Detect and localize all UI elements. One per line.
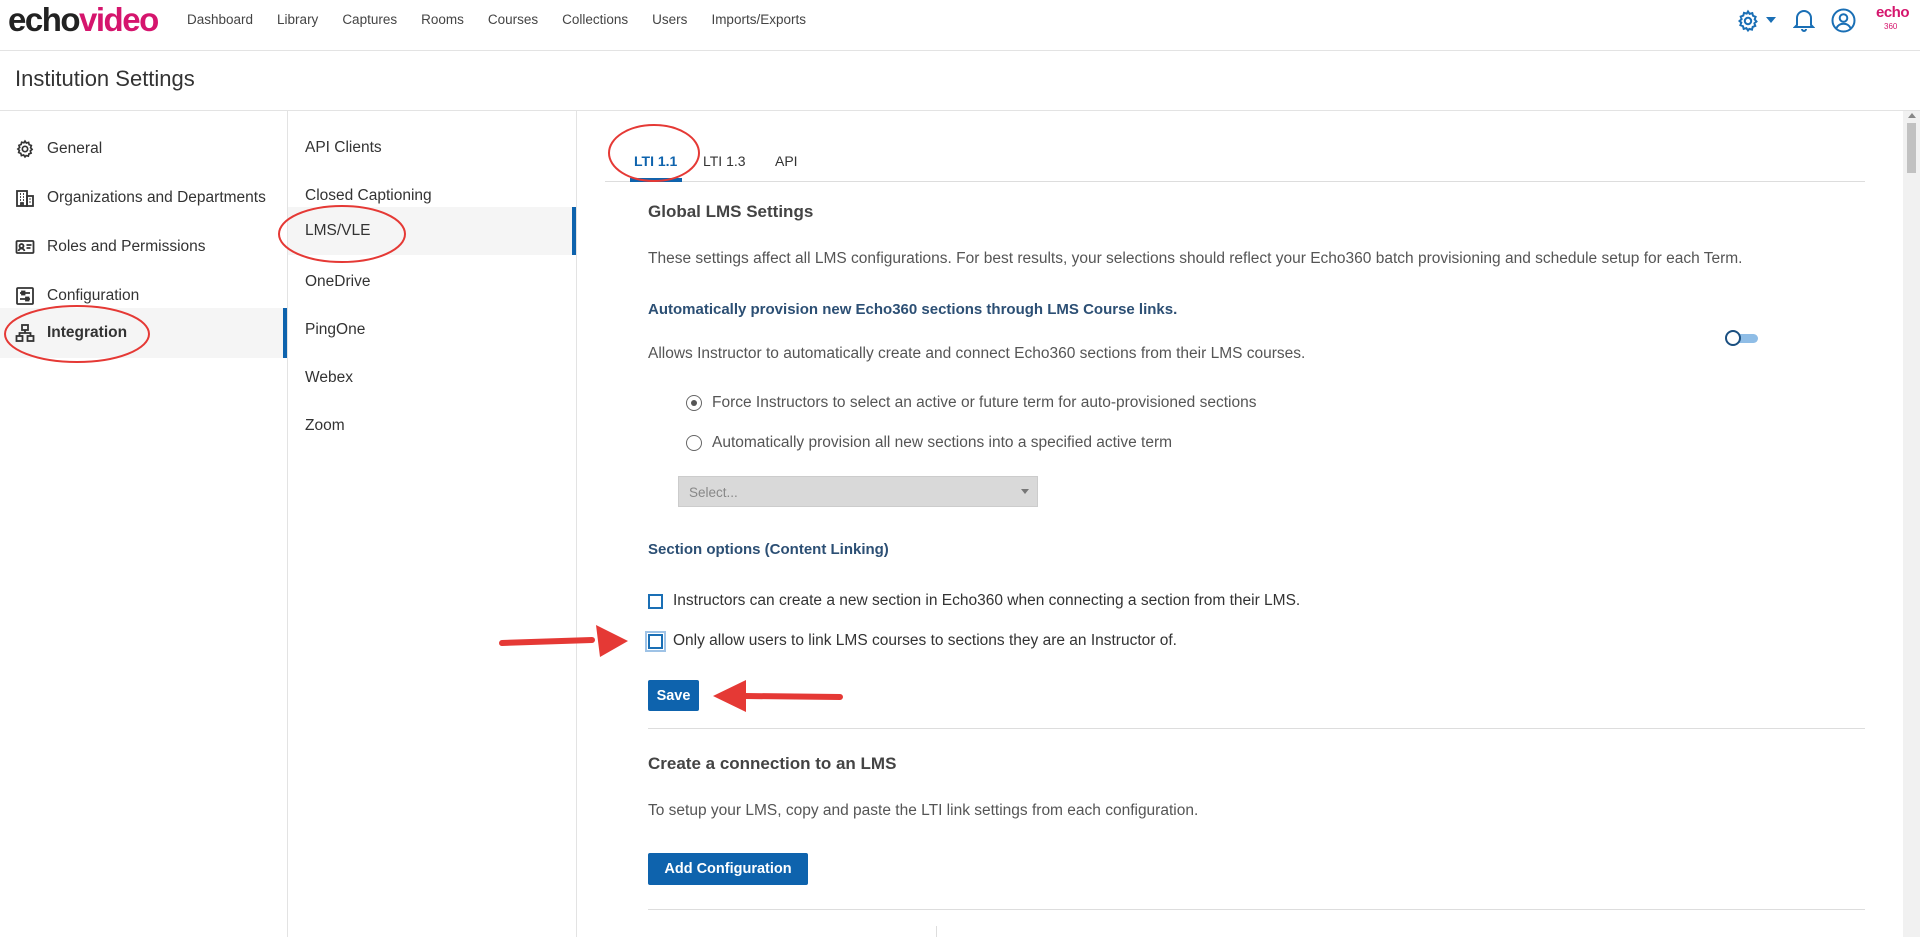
subnav-lms-vle[interactable]: LMS/VLE [288,207,576,255]
checkbox-label: Only allow users to link LMS courses to … [673,632,1177,649]
nav-library[interactable]: Library [277,12,318,28]
radio-specified-term[interactable]: Automatically provision all new sections… [686,434,1172,452]
network-icon [15,324,35,342]
term-select[interactable]: Select... [678,476,1038,507]
checkbox-create-section[interactable]: Instructors can create a new section in … [648,592,1300,610]
divider [648,909,1865,910]
auto-provision-toggle[interactable] [1725,330,1759,346]
global-lms-description: These settings affect all LMS configurat… [648,250,1743,267]
nav-users[interactable]: Users [652,12,687,28]
table-column-divider [936,926,937,937]
nav-rooms[interactable]: Rooms [421,12,464,28]
building-icon [16,189,34,207]
scroll-up-arrow[interactable] [1908,113,1916,118]
tab-lti-1-1[interactable]: LTI 1.1 [634,153,677,169]
add-configuration-button[interactable]: Add Configuration [648,853,808,885]
chevron-down-icon[interactable] [1766,17,1776,24]
main-content: LTI 1.1 LTI 1.3 API Global LMS Settings … [578,111,1920,937]
checkbox[interactable] [648,593,663,609]
scrollbar-thumb[interactable] [1907,123,1916,173]
divider [648,728,1865,729]
global-lms-heading: Global LMS Settings [648,202,814,221]
id-card-icon [15,239,35,254]
gear-icon[interactable] [1736,9,1760,33]
nav-courses[interactable]: Courses [488,12,538,28]
sidebar-item-label: General [47,139,103,157]
auto-provision-description: Allows Instructor to automatically creat… [648,345,1306,362]
sidebar-item-label: Organizations and Departments [47,188,266,206]
nav-collections[interactable]: Collections [562,12,628,28]
subnav-webex[interactable]: Webex [288,354,576,402]
radio-label: Force Instructors to select an active or… [712,394,1257,411]
nav-captures[interactable]: Captures [342,12,397,28]
sidebar-item-label: Roles and Permissions [47,237,206,255]
top-navbar: echovideo Dashboard Library Captures Roo… [0,0,1920,51]
checkbox-label: Instructors can create a new section in … [673,592,1301,609]
checkbox[interactable] [645,630,666,652]
radio-button[interactable] [686,435,702,451]
settings-sidebar: General Organizations and Departments Ro… [0,111,288,937]
bell-icon[interactable] [1793,8,1815,32]
subnav-zoom[interactable]: Zoom [288,402,576,450]
sidebar-item-organizations[interactable]: Organizations and Departments [0,173,287,222]
subnav-pingone[interactable]: PingOne [288,306,576,354]
subnav-api-clients[interactable]: API Clients [288,124,576,172]
save-button[interactable]: Save [648,680,699,711]
radio-label: Automatically provision all new sections… [712,434,1173,451]
lti-tabs: LTI 1.1 LTI 1.3 API [605,139,1865,182]
nav-dashboard[interactable]: Dashboard [187,12,253,28]
sidebar-item-label: Integration [47,324,128,341]
echovideo-logo[interactable]: echovideo [8,2,159,38]
select-placeholder: Select... [689,485,738,500]
checkbox-instructor-only[interactable]: Only allow users to link LMS courses to … [645,630,1177,652]
main-nav: Dashboard Library Captures Rooms Courses… [187,12,830,28]
scrollbar[interactable] [1903,111,1920,937]
integration-subnav: API Clients Closed Captioning LMS/VLE On… [288,111,577,937]
page-title: Institution Settings [15,66,195,91]
sidebar-item-roles[interactable]: Roles and Permissions [0,222,287,271]
create-connection-description: To setup your LMS, copy and paste the LT… [648,802,1199,819]
subnav-onedrive[interactable]: OneDrive [288,258,576,306]
radio-button[interactable] [686,395,702,411]
sliders-icon [16,286,34,305]
gear-icon [16,139,34,158]
create-connection-heading: Create a connection to an LMS [648,754,897,773]
tab-api[interactable]: API [775,153,798,169]
nav-imports-exports[interactable]: Imports/Exports [711,12,806,28]
tab-lti-1-3[interactable]: LTI 1.3 [703,153,746,169]
toggle-knob [1725,330,1741,346]
echo360-mini-logo: echo 360 [1876,4,1910,31]
user-circle-icon[interactable] [1831,8,1856,33]
radio-force-term[interactable]: Force Instructors to select an active or… [686,394,1256,412]
sidebar-item-general[interactable]: General [0,124,287,173]
active-tab-indicator [630,178,682,182]
sidebar-item-integration[interactable]: Integration [0,308,287,358]
caret-down-icon [1021,489,1029,494]
sidebar-item-label: Configuration [47,286,140,304]
section-options-heading: Section options (Content Linking) [648,541,889,558]
auto-provision-title: Automatically provision new Echo360 sect… [648,301,1178,318]
